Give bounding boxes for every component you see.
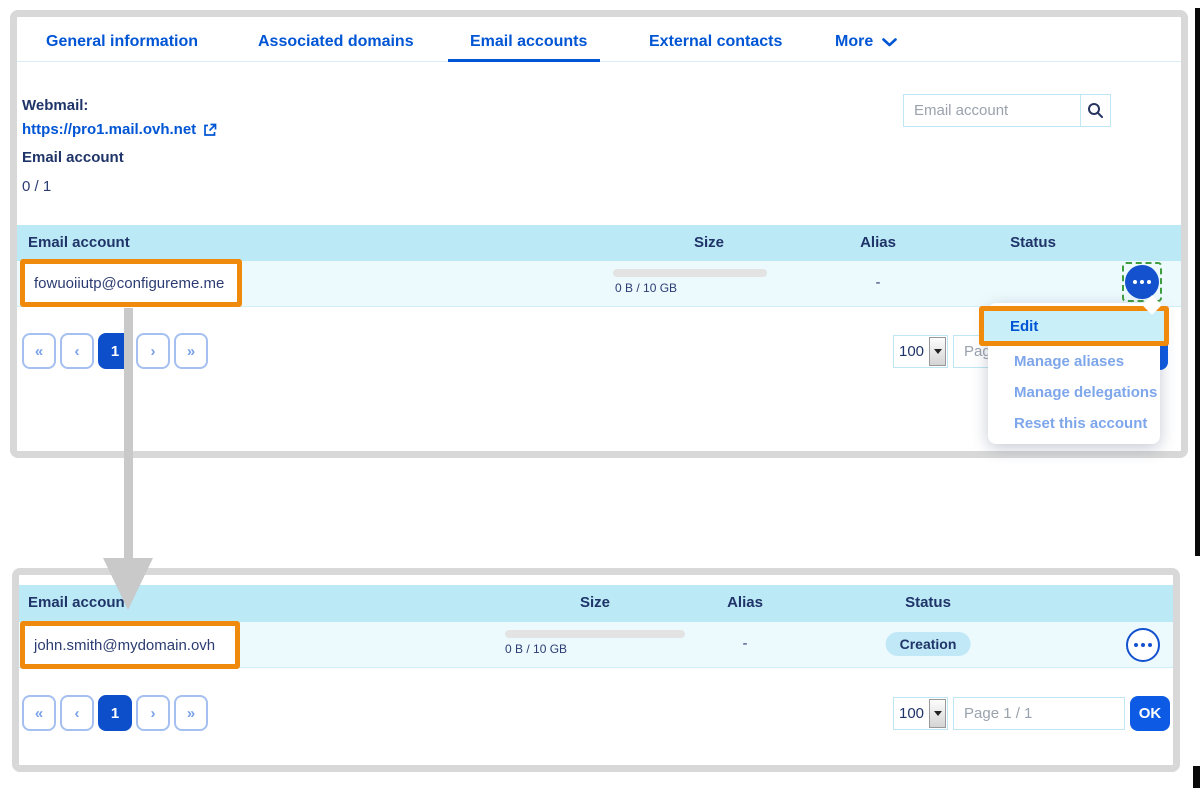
- alias-value: -: [876, 274, 881, 291]
- row-actions-button[interactable]: [1123, 625, 1163, 665]
- email-cell-highlight: fowuoiiutp@configureme.me: [20, 259, 242, 307]
- col-status: Status: [1010, 234, 1056, 251]
- tab-more-label: More: [835, 33, 873, 50]
- alias-value: -: [743, 635, 748, 652]
- search-input[interactable]: [904, 95, 1080, 126]
- search-button[interactable]: [1080, 95, 1110, 126]
- col-size: Size: [694, 234, 724, 251]
- table-header: Email account Size Alias Status: [19, 585, 1173, 622]
- account-count-label: Email account: [22, 149, 124, 166]
- table-row: fowuoiiutp@configureme.me 0 B / 10 GB -: [17, 261, 1181, 307]
- pagination: « ‹ 1 › »: [22, 333, 208, 369]
- page-size-value: 100: [894, 343, 929, 360]
- menu-item-manage-delegations[interactable]: Manage delegations: [1014, 384, 1157, 401]
- menu-item-reset-account[interactable]: Reset this account: [1014, 415, 1147, 432]
- page-first-button[interactable]: «: [22, 333, 56, 369]
- active-tab-underline: [448, 59, 600, 62]
- menu-item-edit[interactable]: Edit: [979, 306, 1169, 346]
- email-accounts-panel-after: Email account Size Alias Status john.smi…: [12, 568, 1180, 772]
- tab-external-contacts[interactable]: External contacts: [649, 33, 782, 51]
- ellipsis-icon: [1125, 265, 1159, 299]
- annotation-arrow-head: [103, 558, 153, 610]
- annotation-arrow-shaft: [124, 308, 133, 560]
- col-alias: Alias: [860, 234, 896, 251]
- tab-email-accounts[interactable]: Email accounts: [470, 33, 587, 51]
- page-size-select[interactable]: 100: [893, 335, 948, 368]
- quota-text: 0 B / 10 GB: [615, 281, 677, 295]
- table-row: john.smith@mydomain.ovh 0 B / 10 GB - Cr…: [19, 622, 1173, 668]
- select-arrow-icon: [929, 699, 946, 728]
- page-first-button[interactable]: «: [22, 695, 56, 731]
- pagination: « ‹ 1 › »: [22, 695, 208, 731]
- table-header: Email account Size Alias Status: [17, 225, 1181, 261]
- search-box: [903, 94, 1111, 127]
- email-address: john.smith@mydomain.ovh: [34, 637, 215, 654]
- row-actions-menu: Edit Manage aliases Manage delegations R…: [988, 303, 1160, 444]
- page-last-button[interactable]: »: [174, 695, 208, 731]
- page-prev-button[interactable]: ‹: [60, 695, 94, 731]
- page-next-button[interactable]: ›: [136, 333, 170, 369]
- page-next-button[interactable]: ›: [136, 695, 170, 731]
- email-accounts-panel-before: General information Associated domains E…: [10, 10, 1188, 458]
- email-cell-highlight: john.smith@mydomain.ovh: [20, 621, 240, 669]
- webmail-label: Webmail:: [22, 97, 88, 114]
- quota-bar: [505, 630, 685, 638]
- webmail-url: https://pro1.mail.ovh.net: [22, 121, 196, 138]
- col-status: Status: [905, 594, 951, 611]
- row-actions-button[interactable]: [1122, 262, 1162, 302]
- ellipsis-icon: [1126, 628, 1160, 662]
- col-email-account: Email account: [28, 234, 130, 251]
- screen-edge-artifact: [1193, 766, 1200, 788]
- webmail-link[interactable]: https://pro1.mail.ovh.net: [22, 121, 217, 138]
- page-prev-button[interactable]: ‹: [60, 333, 94, 369]
- quota-text: 0 B / 10 GB: [505, 642, 567, 656]
- page-last-button[interactable]: »: [174, 333, 208, 369]
- page-size-value: 100: [894, 705, 929, 722]
- external-link-icon: [203, 123, 217, 137]
- tab-general-information[interactable]: General information: [46, 33, 198, 51]
- quota-bar: [613, 269, 767, 277]
- page-number-input[interactable]: [953, 697, 1125, 730]
- status-badge: Creation: [886, 632, 971, 656]
- ok-button[interactable]: OK: [1130, 696, 1170, 731]
- menu-item-manage-aliases[interactable]: Manage aliases: [1014, 353, 1124, 370]
- email-address: fowuoiiutp@configureme.me: [34, 275, 224, 292]
- tab-associated-domains[interactable]: Associated domains: [258, 33, 414, 51]
- page-1-button[interactable]: 1: [98, 695, 132, 731]
- page-size-select[interactable]: 100: [893, 697, 948, 730]
- chevron-down-icon: [882, 38, 897, 47]
- tab-more[interactable]: More: [835, 33, 897, 51]
- search-icon: [1087, 102, 1104, 119]
- screen-edge-artifact: [1195, 8, 1200, 556]
- col-size: Size: [580, 594, 610, 611]
- col-alias: Alias: [727, 594, 763, 611]
- select-arrow-icon: [929, 337, 946, 366]
- account-count-value: 0 / 1: [22, 178, 51, 195]
